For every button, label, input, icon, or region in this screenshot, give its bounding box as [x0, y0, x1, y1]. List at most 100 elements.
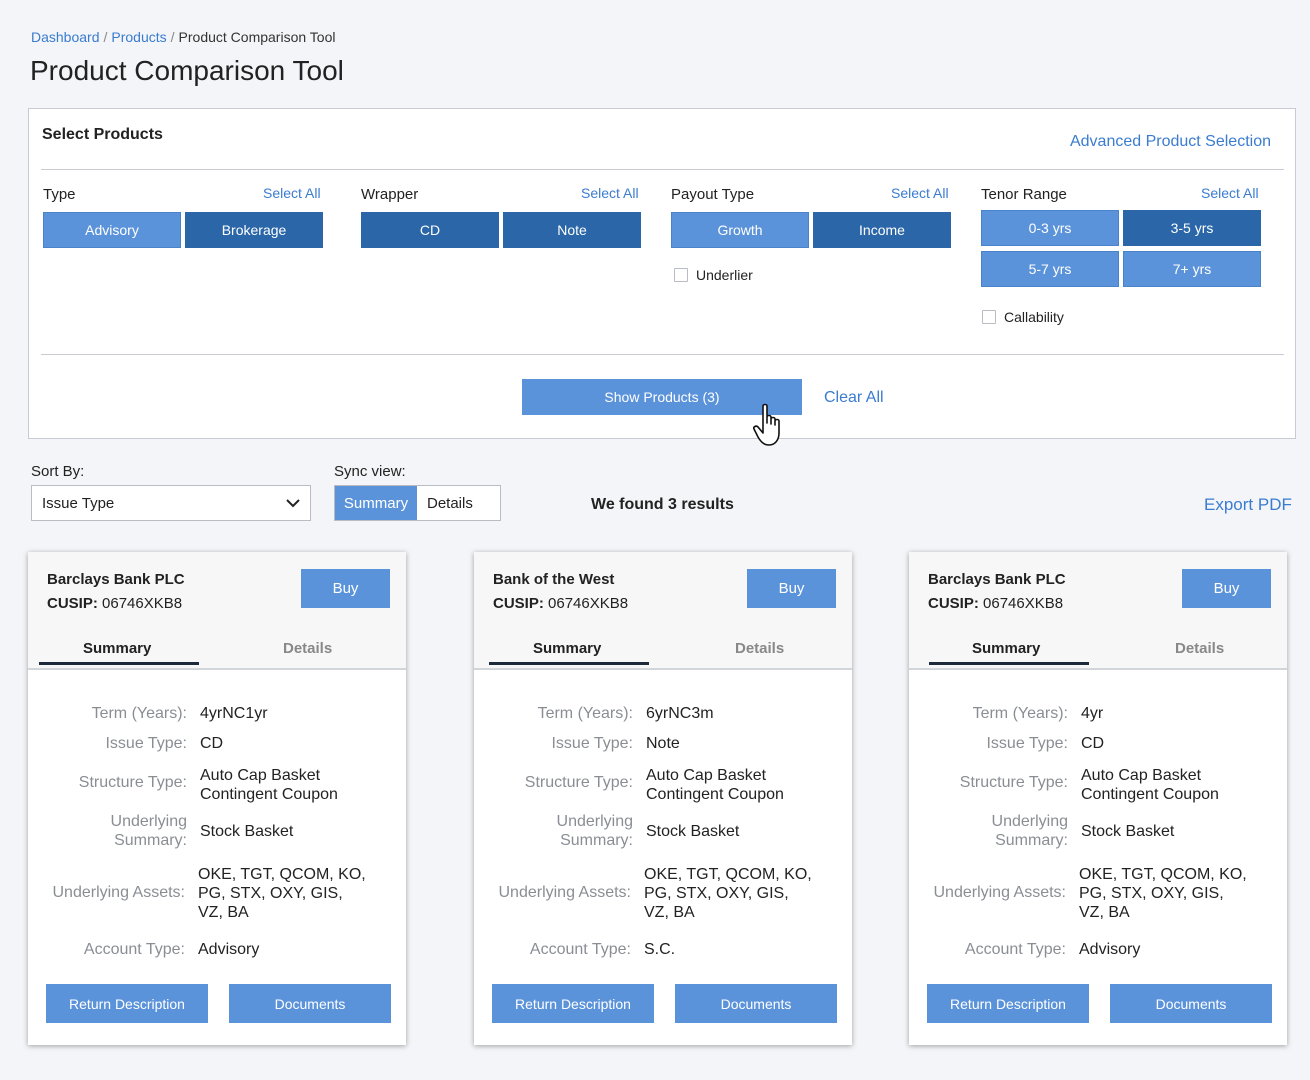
documents-button[interactable]: Documents [1110, 984, 1272, 1023]
breadcrumb-separator: / [103, 29, 108, 45]
label-line: Summary: [114, 832, 187, 849]
structure-line: Contingent Coupon [1081, 786, 1219, 803]
underlying-summary-label: Underlying Summary: [111, 812, 187, 850]
underlier-checkbox[interactable] [674, 268, 688, 282]
payout-income-button[interactable]: Income [813, 212, 951, 248]
buy-button[interactable]: Buy [747, 569, 836, 608]
buy-button[interactable]: Buy [301, 569, 390, 608]
structure-line: Auto Cap Basket [1081, 767, 1202, 784]
sort-by-value: Issue Type [42, 494, 115, 512]
term-value: 4yrNC1yr [200, 705, 268, 722]
label-line: Underlying [991, 813, 1068, 830]
breadcrumb: Dashboard / Products / Product Comparison To… [31, 29, 335, 45]
account-type-label: Account Type: [83, 941, 185, 958]
tab-summary[interactable]: Summary [972, 640, 1040, 657]
underlying-summary-value: Stock Basket [1081, 823, 1175, 840]
structure-type-label: Structure Type: [78, 774, 187, 791]
type-advisory-button[interactable]: Advisory [43, 212, 181, 248]
structure-line: Auto Cap Basket [200, 767, 321, 784]
buy-button[interactable]: Buy [1182, 569, 1271, 608]
assets-line: VZ, BA [198, 904, 249, 921]
assets-line: PG, STX, OXY, GIS, [644, 885, 789, 902]
documents-button[interactable]: Documents [229, 984, 391, 1023]
tab-summary[interactable]: Summary [533, 640, 601, 657]
assets-line: PG, STX, OXY, GIS, [198, 885, 343, 902]
product-card: Barclays Bank PLC CUSIP: 06746XKB8 Buy S… [28, 552, 406, 1045]
documents-button[interactable]: Documents [675, 984, 837, 1023]
underlying-assets-value: OKE, TGT, QCOM, KO, PG, STX, OXY, GIS, VZ,… [198, 865, 366, 922]
issue-type-value: CD [200, 735, 224, 752]
cusip: CUSIP: 06746XKB8 [928, 595, 1063, 612]
breadcrumb-separator: / [170, 29, 175, 45]
sync-summary-option[interactable]: Summary [335, 486, 417, 520]
breadcrumb-link-dashboard[interactable]: Dashboard [31, 29, 100, 45]
callability-checkbox[interactable] [982, 310, 996, 324]
sort-by-select[interactable]: Issue Type [31, 485, 311, 521]
breadcrumb-link-products[interactable]: Products [111, 29, 166, 45]
divider [41, 169, 1284, 170]
tenor-3-5-button[interactable]: 3-5 yrs [1123, 210, 1261, 246]
hand-cursor-icon [753, 403, 780, 446]
underlying-summary-value: Stock Basket [646, 823, 740, 840]
tab-details[interactable]: Details [735, 640, 784, 657]
underlying-summary-value: Stock Basket [200, 823, 294, 840]
structure-type-value: Auto Cap Basket Contingent Coupon [1081, 766, 1219, 804]
payout-growth-button[interactable]: Growth [671, 212, 809, 248]
results-count: We found 3 results [591, 496, 734, 513]
product-card: Barclays Bank PLC CUSIP: 06746XKB8 Buy S… [909, 552, 1287, 1045]
card-header: Barclays Bank PLC CUSIP: 06746XKB8 Buy S… [909, 552, 1287, 670]
cusip: CUSIP: 06746XKB8 [47, 595, 182, 612]
return-description-button[interactable]: Return Description [927, 984, 1089, 1023]
return-description-button[interactable]: Return Description [492, 984, 654, 1023]
callability-checkbox-row[interactable]: Callability [982, 309, 1064, 325]
tenor-7-plus-button[interactable]: 7+ yrs [1123, 251, 1261, 287]
type-label: Type [43, 186, 76, 203]
underlying-summary-label: Underlying Summary: [992, 812, 1068, 850]
page-title: Product Comparison Tool [30, 55, 344, 86]
wrapper-select-all[interactable]: Select All [581, 185, 639, 201]
assets-line: VZ, BA [1079, 904, 1130, 921]
breadcrumb-current: Product Comparison Tool [178, 29, 336, 45]
tenor-0-3-button[interactable]: 0-3 yrs [981, 210, 1119, 246]
account-type-label: Account Type: [529, 941, 631, 958]
underlier-label: Underlier [696, 267, 753, 283]
issue-type-value: CD [1081, 735, 1105, 752]
type-brokerage-button[interactable]: Brokerage [185, 212, 323, 248]
issuer-name: Barclays Bank PLC [928, 571, 1066, 588]
tab-details[interactable]: Details [283, 640, 332, 657]
wrapper-note-button[interactable]: Note [503, 212, 641, 248]
tab-details[interactable]: Details [1175, 640, 1224, 657]
tenor-select-all[interactable]: Select All [1201, 185, 1259, 201]
export-pdf-link[interactable]: Export PDF [1204, 495, 1292, 515]
account-type-label: Account Type: [964, 941, 1066, 958]
underlying-assets-label: Underlying Assets: [498, 884, 631, 901]
label-line: Summary: [560, 832, 633, 849]
return-description-button[interactable]: Return Description [46, 984, 208, 1023]
product-card: Bank of the West CUSIP: 06746XKB8 Buy Su… [474, 552, 852, 1045]
card-header: Bank of the West CUSIP: 06746XKB8 Buy Su… [474, 552, 852, 670]
sync-view-toggle: Summary Details [334, 485, 501, 521]
payout-type-label: Payout Type [671, 186, 755, 203]
payout-select-all[interactable]: Select All [891, 185, 949, 201]
cusip-label: CUSIP: [928, 595, 979, 612]
assets-line: OKE, TGT, QCOM, KO, [1079, 866, 1247, 883]
structure-line: Contingent Coupon [646, 786, 784, 803]
tenor-5-7-button[interactable]: 5-7 yrs [981, 251, 1119, 287]
label-line: Underlying [556, 813, 633, 830]
sort-by-label: Sort By: [31, 463, 85, 480]
structure-type-label: Structure Type: [959, 774, 1068, 791]
type-select-all[interactable]: Select All [263, 185, 321, 201]
cusip-label: CUSIP: [493, 595, 544, 612]
issue-type-label: Issue Type: [986, 735, 1068, 752]
assets-line: OKE, TGT, QCOM, KO, [644, 866, 812, 883]
wrapper-cd-button[interactable]: CD [361, 212, 499, 248]
underlying-assets-value: OKE, TGT, QCOM, KO, PG, STX, OXY, GIS, VZ,… [644, 865, 812, 922]
advanced-product-selection-link[interactable]: Advanced Product Selection [1070, 133, 1271, 151]
account-type-value: S.C. [644, 941, 676, 958]
tab-summary[interactable]: Summary [83, 640, 151, 657]
clear-all-link[interactable]: Clear All [824, 389, 884, 407]
sync-details-option[interactable]: Details [417, 486, 500, 520]
term-value: 6yrNC3m [646, 705, 714, 722]
underlier-checkbox-row[interactable]: Underlier [674, 267, 753, 283]
callability-label: Callability [1004, 309, 1064, 325]
